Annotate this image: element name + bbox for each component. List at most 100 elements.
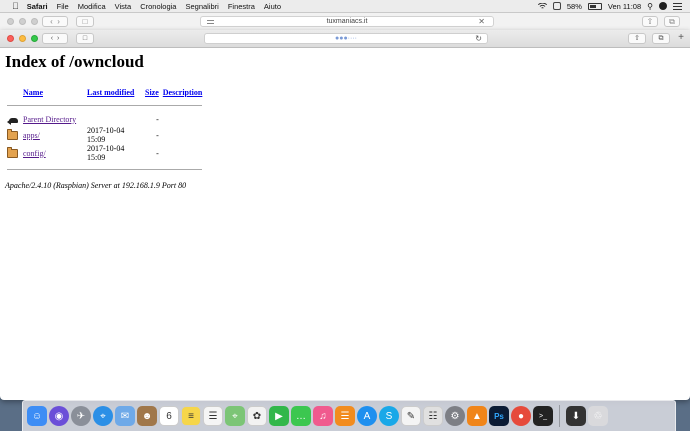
row-modified: 2017-10-04 15:09 <box>87 144 125 162</box>
reader-icon[interactable] <box>207 20 214 24</box>
sort-by-last-modified-link[interactable]: Last modified <box>87 88 134 97</box>
messages-icon[interactable]: … <box>291 406 311 426</box>
menu-file[interactable]: File <box>57 2 69 11</box>
safari-icon[interactable]: ⌖ <box>93 406 113 426</box>
menu-finestra[interactable]: Finestra <box>228 2 255 11</box>
siri-menubar-icon[interactable] <box>659 2 667 10</box>
maps-icon[interactable]: ⌖ <box>225 406 245 426</box>
sidebar-button[interactable]: □ <box>76 33 94 44</box>
photos-icon[interactable]: ✿ <box>247 406 267 426</box>
address-bar[interactable]: ●●●···· ↻ <box>204 33 488 44</box>
parent-directory-link[interactable]: Parent Directory <box>23 115 76 124</box>
tabs-overview-button[interactable]: ⧉ <box>652 33 670 44</box>
sort-by-size-link[interactable]: Size <box>145 88 159 97</box>
menu-aiuto[interactable]: Aiuto <box>264 2 281 11</box>
vlc-icon[interactable]: ▲ <box>467 406 487 426</box>
sort-by-name-link[interactable]: Name <box>23 88 43 97</box>
config-folder-link[interactable]: config/ <box>23 149 46 158</box>
skype-icon[interactable]: S <box>379 406 399 426</box>
table-row: config/ 2017-10-04 15:09 - <box>5 144 204 162</box>
reload-icon[interactable]: ↻ <box>475 34 482 44</box>
table-header-row: Name Last modified Size Description <box>5 86 204 98</box>
minimize-button[interactable] <box>19 35 26 42</box>
music-icon[interactable]: ♫ <box>313 406 333 426</box>
textedit-icon[interactable]: ✎ <box>401 406 421 426</box>
clock[interactable]: Ven 11:08 <box>608 2 641 11</box>
facetime-icon[interactable]: ▶ <box>269 406 289 426</box>
finder-icon[interactable]: ☺ <box>27 406 47 426</box>
apps-folder-link[interactable]: apps/ <box>23 131 40 140</box>
siri-icon[interactable]: ◉ <box>49 406 69 426</box>
back-icon <box>7 116 18 125</box>
downloads-stack-icon[interactable]: ⬇ <box>566 406 586 426</box>
background-url: tuxmaniacs.it <box>326 18 368 25</box>
row-size: - <box>156 130 159 140</box>
airplay-icon[interactable] <box>552 2 561 10</box>
menu-segnalibri[interactable]: Segnalibri <box>185 2 218 11</box>
notes-icon[interactable]: ≡ <box>181 406 201 426</box>
menu-modifica[interactable]: Modifica <box>78 2 106 11</box>
reminders-icon[interactable]: ☰ <box>203 406 223 426</box>
divider <box>7 104 203 106</box>
bg-back-forward-buttons[interactable]: ‹ › <box>42 16 68 27</box>
row-modified: 2017-10-04 15:09 <box>87 126 125 144</box>
close-tab-icon[interactable]: ✕ <box>478 17 485 27</box>
window-controls <box>7 35 38 42</box>
bg-sidebar-button[interactable]: □ <box>76 16 94 27</box>
zoom-button[interactable] <box>31 35 38 42</box>
chrome-icon[interactable]: ● <box>511 406 531 426</box>
terminal-icon[interactable]: >_ <box>533 406 553 426</box>
table-row: Parent Directory - <box>5 112 204 126</box>
launchpad-icon[interactable]: ✈ <box>71 406 91 426</box>
sort-by-description-link[interactable]: Description <box>163 88 203 97</box>
contacts-icon[interactable]: ☻ <box>137 406 157 426</box>
safari-window: ‹ › □ ●●●···· ↻ ⇧ ⧉ + Index of /owncloud… <box>0 30 690 400</box>
mail-icon[interactable]: ✉ <box>115 406 135 426</box>
app-store-icon[interactable]: A <box>357 406 377 426</box>
divider <box>7 168 203 170</box>
page-content: Index of /owncloud Name Last modified Si… <box>5 52 685 190</box>
bg-minimize-button[interactable] <box>19 18 26 25</box>
background-safari-window: ‹ › □ tuxmaniacs.it ✕ ⇧ ⧉ <box>0 13 690 31</box>
dock: ☺ ◉ ✈ ⌖ ✉ ☻ 6 ≡ ☰ ⌖ ✿ ▶… ♫ ☰ A S ✎ ☷ ⚙ ▲ Ps ● >_ ⬇ ♲ <box>22 400 676 431</box>
apple-menu-icon[interactable]:  <box>12 1 19 11</box>
background-address-bar[interactable]: tuxmaniacs.it ✕ <box>200 16 494 27</box>
url-text: ●●●···· <box>334 35 357 42</box>
back-forward-buttons[interactable]: ‹ › <box>42 33 68 44</box>
icon-column-header <box>5 86 21 98</box>
server-signature: Apache/2.4.10 (Raspbian) Server at 192.1… <box>5 181 187 190</box>
new-tab-icon[interactable]: + <box>678 33 684 43</box>
notification-center-icon[interactable] <box>673 2 682 10</box>
row-size: - <box>156 114 159 124</box>
page-title: Index of /owncloud <box>5 52 144 71</box>
bg-share-button[interactable]: ⇧ <box>642 16 658 27</box>
menu-vista[interactable]: Vista <box>115 2 132 11</box>
table-row: apps/ 2017-10-04 15:09 - <box>5 126 204 144</box>
menubar:  Safari File Modifica Vista Cronologia … <box>0 0 690 13</box>
directory-listing-table: Name Last modified Size Description Pare… <box>5 86 204 176</box>
bg-close-button[interactable] <box>7 18 14 25</box>
dock-separator <box>559 405 560 427</box>
battery-icon[interactable] <box>587 2 602 10</box>
menubar-status-area: 58% Ven 11:08 ⚲ <box>537 0 682 12</box>
folder-icon <box>7 146 18 158</box>
photoshop-icon[interactable]: Ps <box>489 406 509 426</box>
folder-icon <box>7 128 18 140</box>
row-size: - <box>156 148 159 158</box>
battery-percent[interactable]: 58% <box>567 2 582 11</box>
menu-cronologia[interactable]: Cronologia <box>140 2 176 11</box>
background-window-controls <box>7 18 38 25</box>
close-button[interactable] <box>7 35 14 42</box>
bg-tabs-button[interactable]: ⧉ <box>664 16 680 27</box>
calendar-icon[interactable]: 6 <box>159 406 179 426</box>
wifi-icon[interactable] <box>537 3 547 9</box>
trash-icon[interactable]: ♲ <box>588 406 608 426</box>
share-button[interactable]: ⇧ <box>628 33 646 44</box>
menu-app-name[interactable]: Safari <box>27 2 48 11</box>
microphone-icon[interactable]: ☷ <box>423 406 443 426</box>
spotlight-icon[interactable]: ⚲ <box>647 2 653 11</box>
bg-zoom-button[interactable] <box>31 18 38 25</box>
books-icon[interactable]: ☰ <box>335 406 355 426</box>
system-preferences-icon[interactable]: ⚙ <box>445 406 465 426</box>
safari-toolbar: ‹ › □ ●●●···· ↻ ⇧ ⧉ + <box>0 30 690 48</box>
